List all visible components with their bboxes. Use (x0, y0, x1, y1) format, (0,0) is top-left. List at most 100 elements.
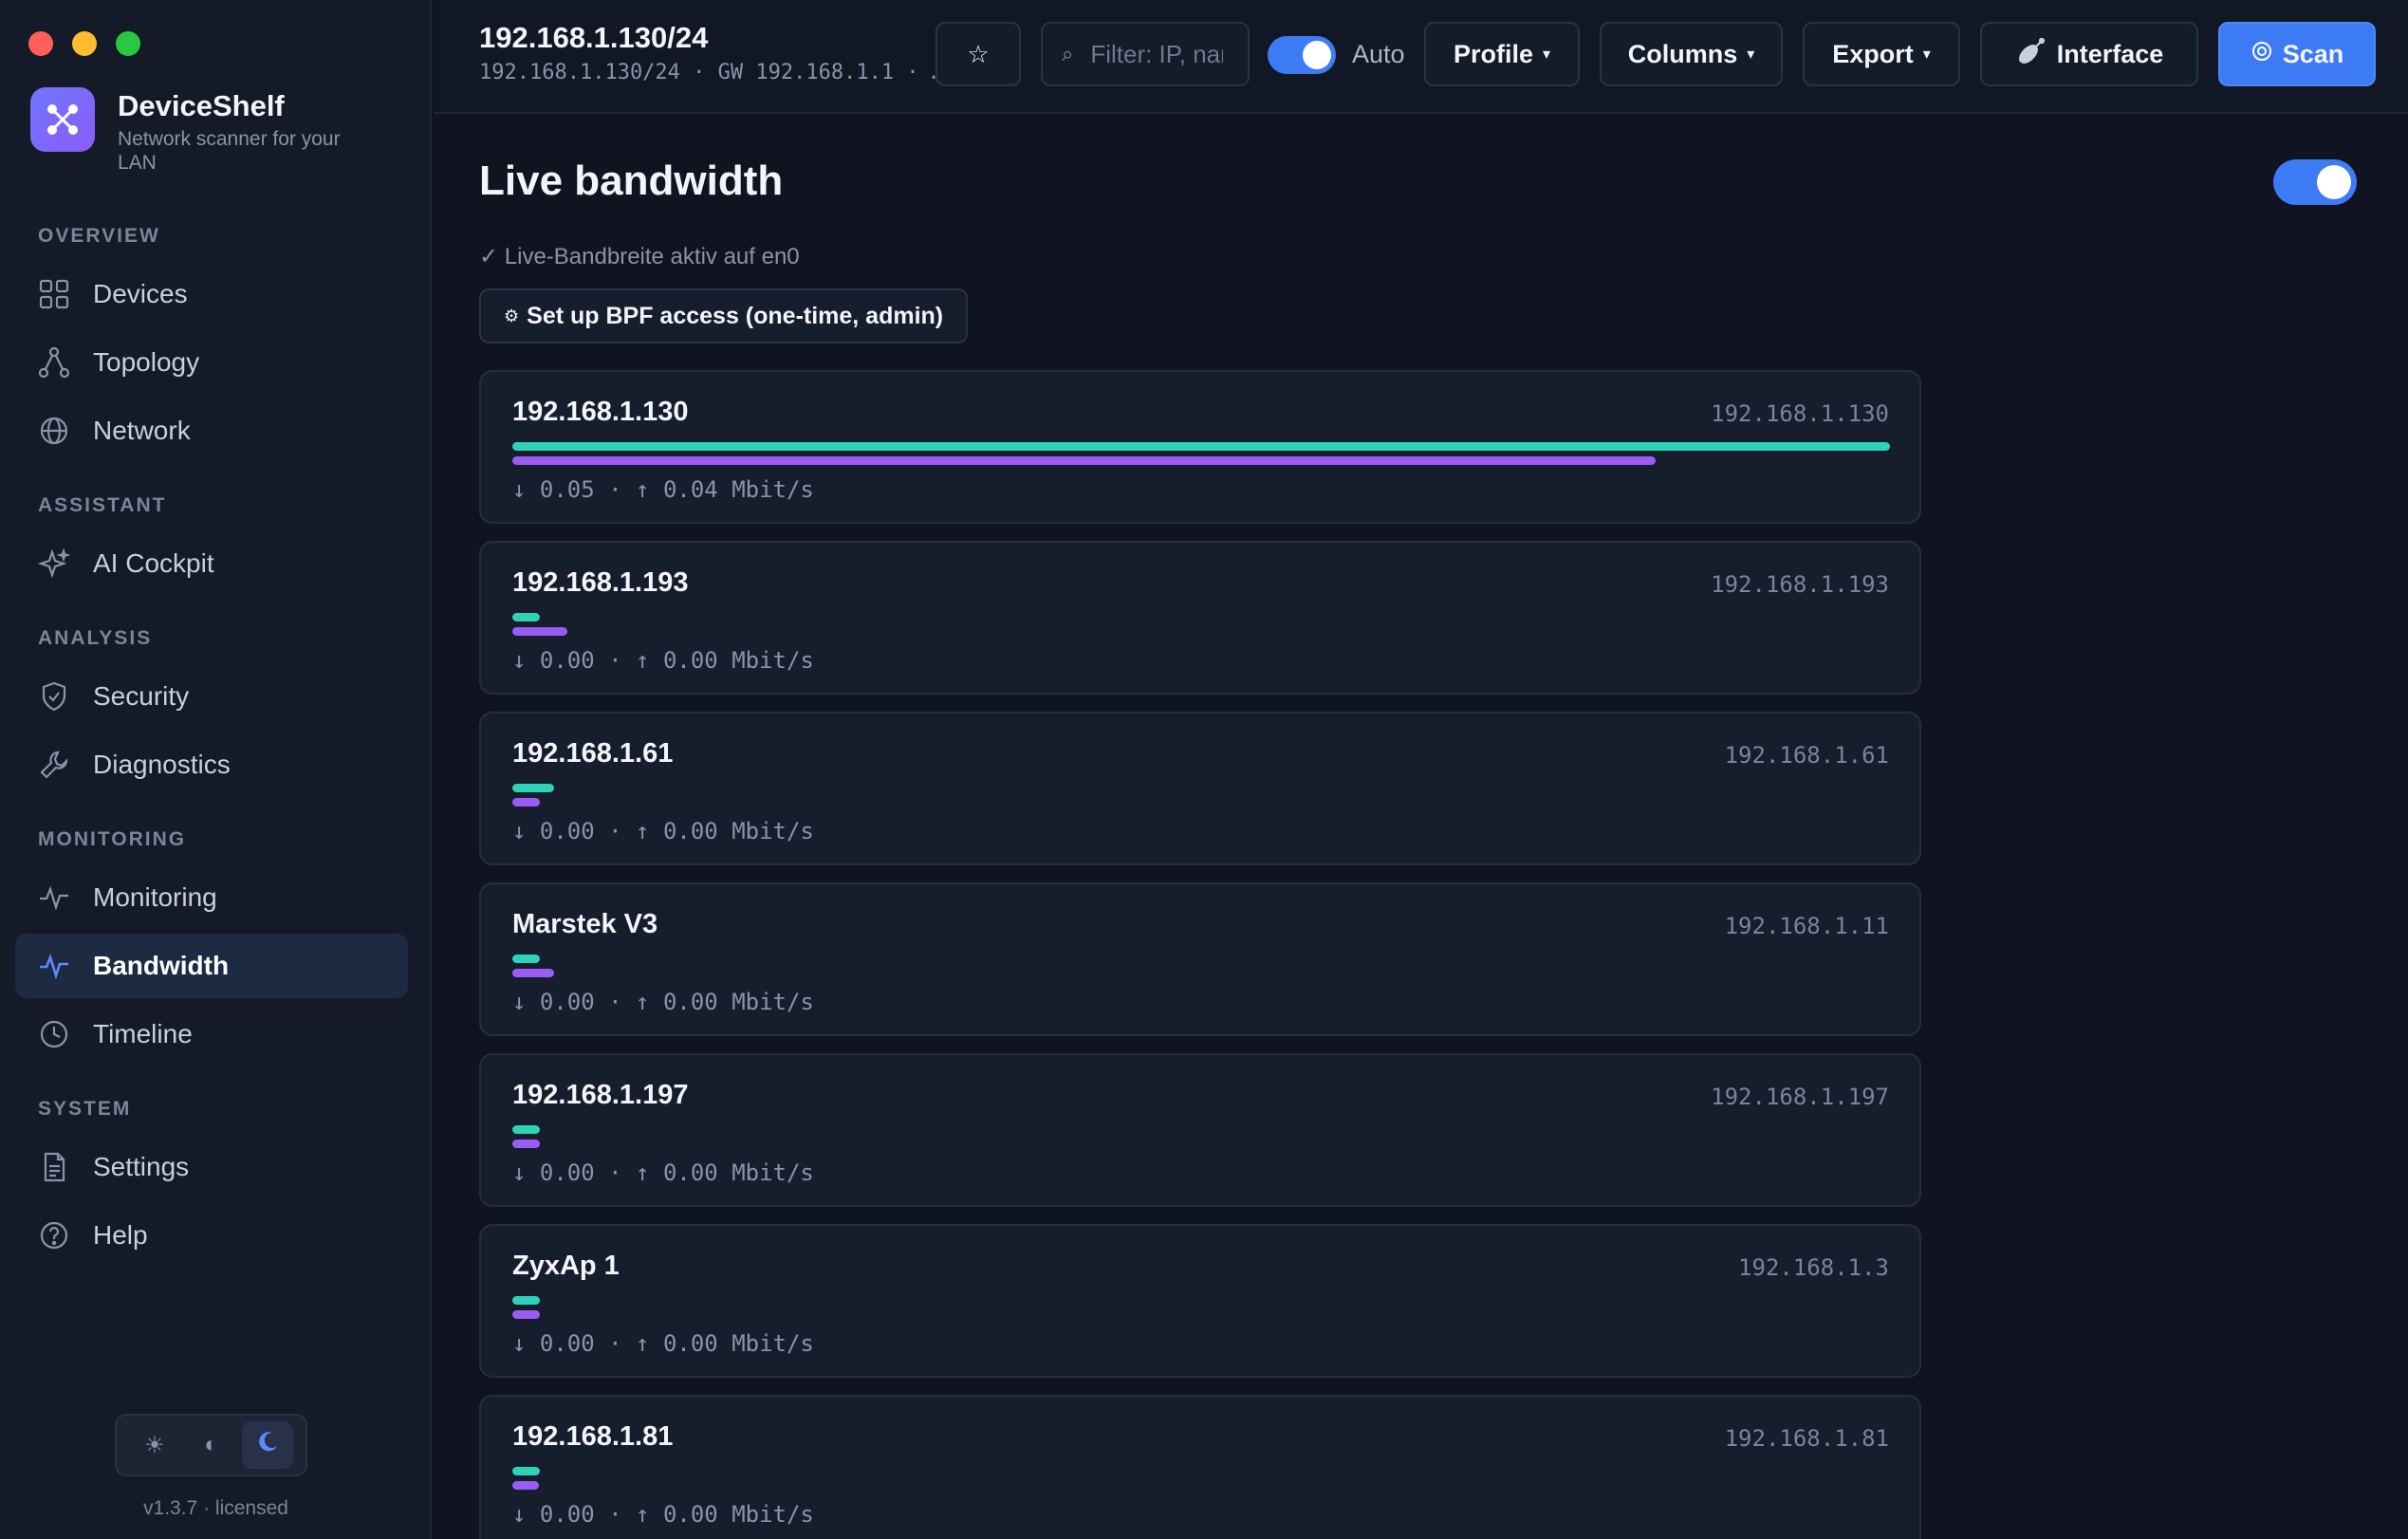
device-card[interactable]: ZyxAp 1 192.168.1.3 ↓ 0.00 · ↑ 0.00 Mbit… (479, 1224, 1921, 1378)
sidebar-item-topology[interactable]: Topology (15, 330, 408, 395)
sidebar-item-bandwidth[interactable]: Bandwidth (15, 934, 408, 998)
export-dropdown[interactable]: Export ▾ (1803, 22, 1960, 86)
section-label-assistant: ASSISTANT (38, 494, 167, 516)
document-icon (38, 1151, 70, 1183)
device-ip: 192.168.1.197 (1711, 1084, 1889, 1110)
setup-bpf-label: Set up BPF access (one-time, admin) (527, 302, 944, 329)
sidebar-item-network[interactable]: Network (15, 399, 408, 463)
device-card[interactable]: 192.168.1.61 192.168.1.61 ↓ 0.00 · ↑ 0.0… (479, 712, 1921, 865)
device-card[interactable]: 192.168.1.130 192.168.1.130 ↓ 0.05 · ↑ 0… (479, 370, 1921, 524)
device-ip: 192.168.1.11 (1724, 913, 1889, 939)
favorite-button[interactable]: ☆ (935, 22, 1021, 86)
close-window-button[interactable] (28, 31, 53, 56)
chevron-down-icon: ▾ (1543, 46, 1551, 63)
sidebar-item-monitoring[interactable]: Monitoring (15, 865, 408, 930)
device-card[interactable]: Marstek V3 192.168.1.11 ↓ 0.00 · ↑ 0.00 … (479, 882, 1921, 1036)
device-card[interactable]: 192.168.1.193 192.168.1.193 ↓ 0.00 · ↑ 0… (479, 541, 1921, 695)
scan-label: Scan (2282, 39, 2344, 68)
light-theme-button[interactable]: ☀ (129, 1421, 180, 1469)
star-icon: ☆ (967, 39, 990, 68)
zoom-window-button[interactable] (116, 31, 140, 56)
sidebar-item-label: Bandwidth (93, 951, 230, 980)
device-rates: ↓ 0.00 · ↑ 0.00 Mbit/s (512, 1159, 814, 1186)
sidebar-item-settings[interactable]: Settings (15, 1135, 408, 1199)
download-bar (512, 442, 1890, 451)
auto-refresh-toggle[interactable] (1268, 36, 1336, 74)
subnet-details: 192.168.1.130/24 · GW 192.168.1.1 · … (479, 61, 945, 84)
sidebar: DeviceShelf Network scanner for your LAN… (0, 0, 432, 1539)
clock-icon (38, 1018, 70, 1050)
brand: DeviceShelf Network scanner for your LAN (30, 87, 374, 175)
scan-button[interactable]: Scan (2218, 22, 2376, 86)
profile-label: Profile (1453, 39, 1533, 68)
upload-bar (512, 1481, 539, 1490)
profile-dropdown[interactable]: Profile ▾ (1424, 22, 1580, 86)
device-name: 192.168.1.61 (512, 738, 674, 769)
device-name: 192.168.1.130 (512, 397, 689, 427)
columns-label: Columns (1627, 39, 1738, 68)
pulse-icon (38, 881, 70, 914)
device-ip: 192.168.1.3 (1738, 1254, 1889, 1281)
sidebar-item-timeline[interactable]: Timeline (15, 1002, 408, 1066)
section-label-monitoring: MONITORING (38, 828, 187, 850)
download-bar (512, 955, 540, 963)
sidebar-item-devices[interactable]: Devices (15, 262, 408, 326)
auto-theme-button[interactable]: ◐ (185, 1421, 236, 1469)
sidebar-item-diagnostics[interactable]: Diagnostics (15, 732, 408, 797)
sidebar-item-label: Security (93, 681, 190, 711)
sidebar-item-label: AI Cockpit (93, 548, 214, 578)
device-ip: 192.168.1.130 (1711, 400, 1889, 427)
app-name: DeviceShelf (118, 89, 285, 122)
download-bar (512, 784, 554, 792)
device-name: 192.168.1.81 (512, 1421, 674, 1452)
device-rates: ↓ 0.00 · ↑ 0.00 Mbit/s (512, 1330, 814, 1357)
section-label-system: SYSTEM (38, 1098, 132, 1120)
shield-icon (38, 680, 70, 713)
sidebar-item-help[interactable]: Help (15, 1203, 408, 1268)
page-title: Live bandwidth (479, 158, 784, 204)
live-status-text: ✓ Live-Bandbreite aktiv auf en0 (479, 244, 800, 269)
device-card[interactable]: 192.168.1.81 192.168.1.81 ↓ 0.00 · ↑ 0.0… (479, 1395, 1921, 1539)
help-icon (38, 1219, 70, 1252)
window-controls (28, 31, 140, 56)
contrast-icon: ◐ (204, 1432, 218, 1457)
device-ip: 192.168.1.193 (1711, 571, 1889, 598)
dark-theme-button[interactable] (242, 1421, 294, 1469)
sun-icon: ☀ (144, 1432, 165, 1458)
sidebar-item-label: Help (93, 1220, 148, 1250)
main-content: Live bandwidth ✓ Live-Bandbreite aktiv a… (434, 116, 2408, 1539)
filter-input[interactable] (1090, 39, 1224, 69)
sidebar-item-security[interactable]: Security (15, 664, 408, 729)
setup-bpf-button[interactable]: ⚙ Set up BPF access (one-time, admin) (479, 288, 969, 343)
search-box[interactable]: ⌕ (1041, 22, 1250, 86)
sidebar-item-label: Monitoring (93, 882, 217, 912)
device-ip: 192.168.1.61 (1724, 742, 1889, 769)
device-rates: ↓ 0.00 · ↑ 0.00 Mbit/s (512, 989, 814, 1015)
sidebar-item-label: Diagnostics (93, 750, 231, 779)
download-bar (512, 1296, 540, 1305)
theme-switcher: ☀ ◐ (115, 1414, 307, 1476)
upload-bar (512, 1140, 540, 1148)
top-bar: 192.168.1.130/24 192.168.1.130/24 · GW 1… (434, 0, 2408, 114)
sidebar-item-label: Settings (93, 1152, 190, 1181)
upload-bar (512, 798, 540, 807)
app-logo-icon (30, 87, 95, 152)
download-bar (512, 1467, 540, 1475)
moon-icon (255, 1430, 280, 1461)
satellite-icon (2015, 35, 2047, 74)
minimize-window-button[interactable] (72, 31, 97, 56)
section-label-overview: OVERVIEW (38, 225, 160, 247)
sidebar-item-label: Devices (93, 279, 188, 308)
interface-button[interactable]: Interface (1980, 22, 2198, 86)
upload-bar (512, 1310, 540, 1319)
chevron-down-icon: ▾ (1747, 46, 1755, 63)
sidebar-item-label: Network (93, 416, 191, 445)
columns-dropdown[interactable]: Columns ▾ (1600, 22, 1783, 86)
search-icon: ⌕ (1062, 42, 1074, 65)
device-name: 192.168.1.193 (512, 567, 689, 598)
globe-icon (38, 415, 70, 447)
grid-icon (38, 278, 70, 310)
sidebar-item-ai-cockpit[interactable]: AI Cockpit (15, 531, 408, 596)
device-card[interactable]: 192.168.1.197 192.168.1.197 ↓ 0.00 · ↑ 0… (479, 1053, 1921, 1207)
live-bandwidth-toggle[interactable] (2273, 159, 2357, 205)
